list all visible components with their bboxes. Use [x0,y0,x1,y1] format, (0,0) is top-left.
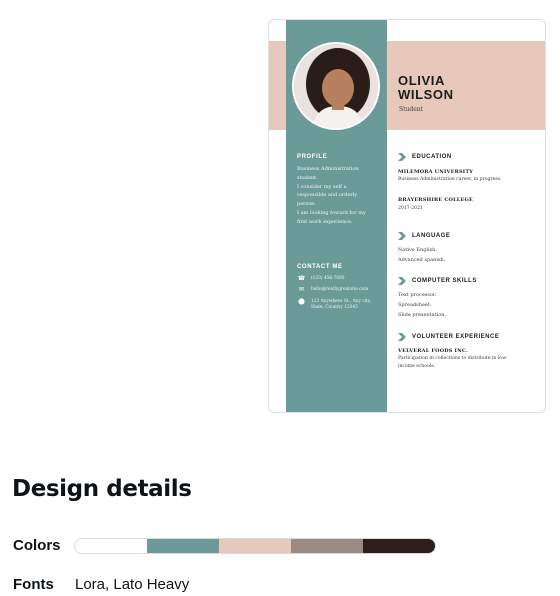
volunteer-heading: VOLUNTEER EXPERIENCE [412,334,500,340]
phone-icon: ☎ [297,276,306,282]
resume-role: Student [399,106,424,113]
color-palette [74,538,436,554]
location-pin-icon: ⬤ [298,299,305,305]
language-line-1: Native English. [398,247,437,253]
design-details-title: Design details [12,476,192,502]
contact-heading: CONTACT ME [297,264,343,270]
resume-name: OLIVIA WILSON [398,74,454,102]
chevron-right-icon [398,333,406,341]
template-thumbnail[interactable]: OLIVIA WILSON Student PROFILE Business A… [268,19,546,413]
language-heading: LANGUAGE [412,233,451,239]
computer-skills-heading: COMPUTER SKILLS [412,278,477,284]
fonts-value: Lora, Lato Heavy [75,576,190,593]
chevron-right-icon [398,277,406,285]
contact-email: ✉ hello@reallygreatsite.com [297,287,381,294]
color-swatch-4[interactable] [291,539,363,553]
skill-line-2: Spreadsheet. [398,302,432,308]
chevron-right-icon [398,232,406,240]
phone-text: (123) 456-7890 [311,276,345,281]
contact-phone: ☎ (123) 456-7890 [297,276,381,283]
profile-photo [292,42,380,130]
skill-line-3: Slide presentation. [398,312,447,318]
address-text: 123 Anywhere St., Any city, State, Count… [311,299,371,311]
colors-label: Colors [13,537,61,554]
chevron-right-icon [398,153,406,161]
color-swatch-2[interactable] [147,539,219,553]
color-swatch-3[interactable] [219,539,291,553]
school1-name: MILEMORA UNIVERSITY [398,169,474,175]
envelope-icon: ✉ [298,287,305,293]
color-swatch-1[interactable] [75,539,147,553]
volunteer-section: VOLUNTEER EXPERIENCE [398,333,499,341]
language-line-2: Advanced spanish. [398,257,446,263]
first-name: OLIVIA [398,73,445,88]
contact-address: ⬤ 123 Anywhere St., Any city, State, Cou… [297,299,381,311]
volunteer-desc: Participation in collections to distribu… [398,356,508,369]
skill-line-1: Text processor. [398,292,437,298]
fonts-label: Fonts [13,576,54,593]
school1-desc: Business Administration career, in progr… [398,177,502,182]
education-heading: EDUCATION [412,154,452,160]
email-text: hello@reallygreatsite.com [311,287,369,292]
last-name: WILSON [398,87,454,102]
profile-text: Business Administration student. I consi… [297,166,366,225]
language-section: LANGUAGE [398,232,450,240]
school2-years: 2017-2021 [398,206,423,211]
color-swatch-5[interactable] [363,539,435,553]
profile-heading: PROFILE [297,154,328,160]
education-section: EDUCATION [398,153,452,161]
volunteer-org: VELVERAL FOODS INC. [398,348,468,354]
computer-skills-section: COMPUTER SKILLS [398,277,477,285]
school2-name: BRAYERSHIRE COLLEGE [398,197,473,203]
